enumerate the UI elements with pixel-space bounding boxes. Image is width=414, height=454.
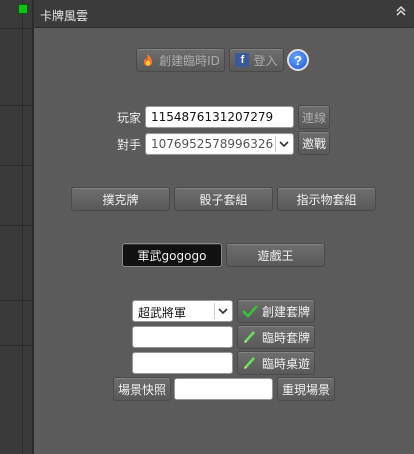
dice-set-label: 骰子套組 [199,192,248,207]
login-label: 登入 [253,53,278,68]
invite-label: 邀戰 [301,136,326,151]
create-temp-id-label: 創建臨時ID [159,53,220,68]
background-grid [0,0,33,454]
deck-military-button[interactable]: 軍武gogogo [122,243,222,267]
grid-line [0,225,33,226]
grid-line [0,28,33,29]
temp-deck-label: 臨時套牌 [261,330,310,345]
chevron-down-icon [214,303,230,319]
create-temp-id-button[interactable]: 創建臨時ID [136,48,225,72]
marker-set-button[interactable]: 指示物套組 [277,187,376,211]
connect-button[interactable]: 連線 [298,105,330,129]
marker-set-label: 指示物套組 [296,192,357,207]
help-icon[interactable]: ? [287,49,309,71]
chevron-down-icon [275,136,291,152]
temp-table-label: 臨時桌遊 [261,356,310,371]
panel-titlebar: 卡牌風雲 [34,0,414,28]
poker-button[interactable]: 撲克牌 [71,187,170,211]
grid-line [0,105,33,106]
scene-snapshot-label: 場景快照 [117,382,166,397]
pencil-icon [243,331,255,343]
pencil-icon [243,357,255,369]
deck-select[interactable]: 超武將軍 [132,300,233,322]
player-label: 玩家 [117,111,142,125]
check-icon [242,305,258,318]
green-indicator-icon[interactable] [18,4,28,14]
card-game-panel: 卡牌風雲 創建臨時ID f 登入 ? 玩家 1154876131207279 連… [33,0,414,454]
grid-line [0,345,33,346]
grid-line [0,300,33,301]
connect-label: 連線 [301,110,326,125]
snapshot-input[interactable] [174,378,273,400]
deck-select-value: 超武將軍 [138,306,187,320]
grid-line [0,165,33,166]
poker-label: 撲克牌 [102,192,139,207]
temp-deck-input[interactable] [132,326,233,348]
temp-deck-button[interactable]: 臨時套牌 [237,325,315,349]
opponent-label: 對手 [117,138,142,152]
deck-yugioh-button[interactable]: 遊戲王 [226,243,325,267]
create-deck-button[interactable]: 創建套牌 [237,299,315,323]
panel-title: 卡牌風雲 [40,9,89,23]
temp-table-button[interactable]: 臨時桌遊 [237,351,315,375]
scene-snapshot-button[interactable]: 場景快照 [113,377,171,401]
opponent-id-select[interactable]: 1076952578996326 [145,133,294,155]
grid-vline [22,0,23,454]
player-id-input[interactable]: 1154876131207279 [145,106,294,128]
login-button[interactable]: f 登入 [229,48,284,72]
dice-set-button[interactable]: 骰子套組 [174,187,273,211]
collapse-chevron-icon[interactable] [393,5,409,21]
deck-military-label: 軍武gogogo [137,248,207,263]
invite-button[interactable]: 邀戰 [298,131,330,155]
restore-scene-label: 重現場景 [281,382,330,397]
facebook-icon: f [235,53,250,67]
temp-table-input[interactable] [132,352,233,374]
deck-yugioh-label: 遊戲王 [257,248,294,263]
create-deck-label: 創建套牌 [261,304,310,319]
fire-icon [144,54,153,66]
restore-scene-button[interactable]: 重現場景 [277,377,335,401]
opponent-id-value: 1076952578996326 [151,137,274,151]
